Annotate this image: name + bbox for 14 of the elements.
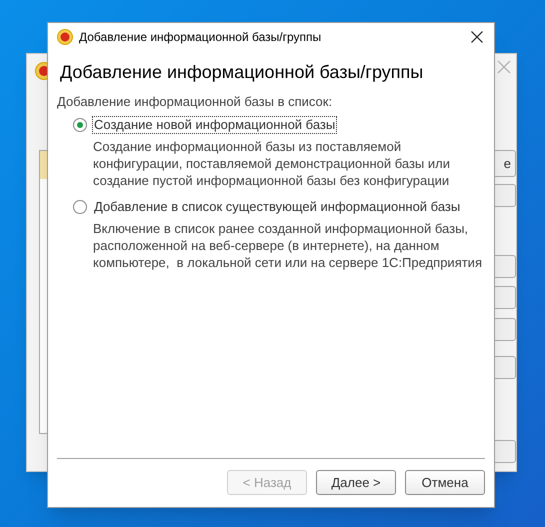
close-icon[interactable] xyxy=(471,31,483,43)
close-icon xyxy=(497,60,511,74)
option-description: Создание информационной базы из поставляемой конфигурации, поставляемой демонстрационной базы или создание пустой информационной базы без конфигурации xyxy=(93,138,451,189)
radio-label[interactable]: Создание новой информационной базы xyxy=(92,116,338,134)
dialog-heading: Добавление информационной базы/группы xyxy=(60,61,424,83)
section-label: Добавление информационной базы в список: xyxy=(57,94,334,110)
radio-label[interactable]: Добавление в список существующей информационной базы xyxy=(92,198,462,216)
window-title: Добавление информационной базы/группы xyxy=(79,29,322,46)
radio-button[interactable] xyxy=(73,118,87,132)
dialog-button[interactable]: Отмена xyxy=(405,470,485,495)
dialog-button[interactable]: Далее > xyxy=(316,470,396,495)
logo-icon xyxy=(57,29,73,45)
radio-button[interactable] xyxy=(73,200,87,214)
option-description: Включение в список ранее созданной информационной базы, расположенной на веб-сервере (в интернете), на данном компьютере, в локальной сети или на сервере 1С:Предприятия xyxy=(93,220,483,271)
